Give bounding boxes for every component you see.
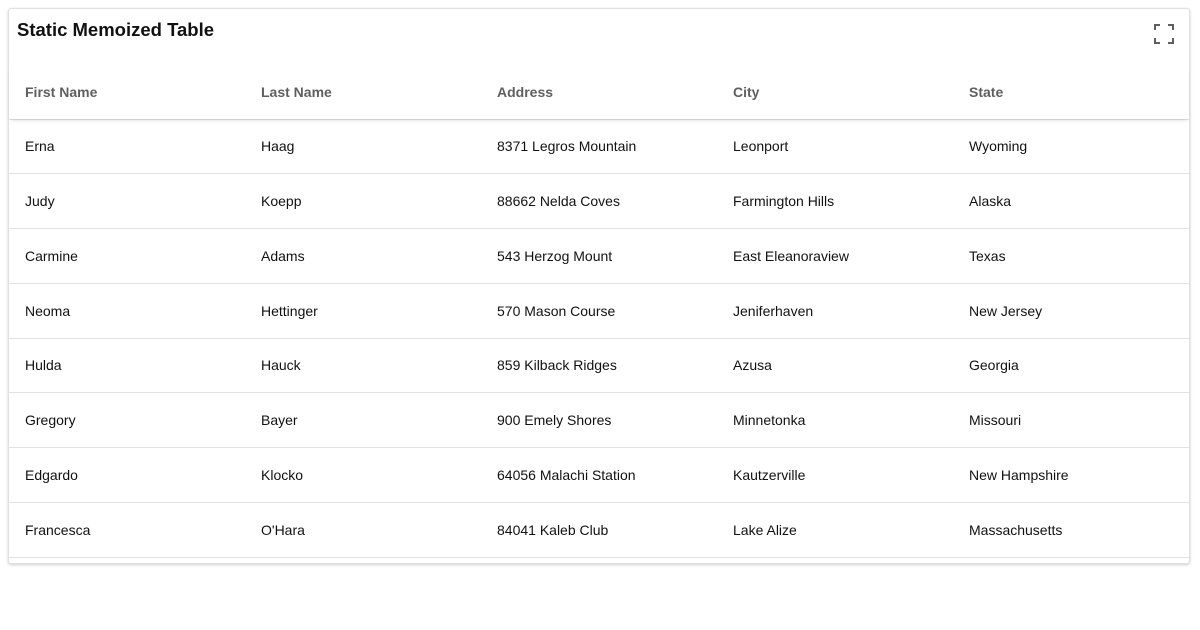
page-title: Static Memoized Table — [17, 19, 215, 40]
column-header-last-name[interactable]: Last Name — [245, 65, 481, 120]
table-cell-first-name: Edgardo — [9, 447, 245, 503]
table-body: Erna Haag 8371 Legros Mountain Leonport Wyom… — [9, 119, 1189, 558]
table-cell-state: Alaska — [953, 173, 1189, 229]
table-cell-last-name: Bayer — [245, 392, 481, 448]
table-container: First Name Last Name Address City State Erna… — [9, 65, 1189, 558]
table-cell-city: Minnetonka — [717, 392, 953, 448]
table-cell-address: 84041 Kaleb Club — [481, 502, 717, 558]
table-cell-city: Azusa — [717, 338, 953, 394]
table-header: First Name Last Name Address City State — [9, 65, 1189, 120]
table-cell-first-name: Judy — [9, 173, 245, 229]
fullscreen-button[interactable] — [1151, 21, 1177, 47]
table-row[interactable]: Carmine Adams 543 Herzog Mount East Eleanor… — [9, 228, 1189, 284]
table-cell-city: Lake Alize — [717, 502, 953, 558]
table-row[interactable]: Erna Haag 8371 Legros Mountain Leonport Wyom… — [9, 119, 1189, 175]
table-cell-city: Kautzerville — [717, 447, 953, 503]
table-cell-address: 88662 Nelda Coves — [481, 173, 717, 229]
table-cell-address: 900 Emely Shores — [481, 392, 717, 448]
table-cell-state: Massachusetts — [953, 502, 1189, 558]
table-cell-city: East Eleanoraview — [717, 228, 953, 284]
table-cell-address: 543 Herzog Mount — [481, 228, 717, 284]
table-row[interactable]: Hulda Hauck 859 Kilback Ridges Azusa Georgia — [9, 338, 1189, 394]
table-cell-address: 570 Mason Course — [481, 283, 717, 339]
column-header-address[interactable]: Address — [481, 65, 717, 120]
table-cell-last-name: Haag — [245, 119, 481, 175]
table-cell-last-name: Koepp — [245, 173, 481, 229]
table-row[interactable]: Judy Koepp 88662 Nelda Coves Farmington Hil… — [9, 173, 1189, 229]
table-cell-address: 64056 Malachi Station — [481, 447, 717, 503]
table-cell-state: New Hampshire — [953, 447, 1189, 503]
table-cell-address: 8371 Legros Mountain — [481, 119, 717, 175]
column-header-first-name[interactable]: First Name — [9, 65, 245, 120]
table-cell-address: 859 Kilback Ridges — [481, 338, 717, 394]
table-cell-first-name: Carmine — [9, 228, 245, 284]
table-cell-city: Farmington Hills — [717, 173, 953, 229]
table-cell-last-name: O'Hara — [245, 502, 481, 558]
table-cell-state: Georgia — [953, 338, 1189, 394]
table-card: Static Memoized Table First Name Last Nam… — [8, 8, 1190, 564]
table-row[interactable]: Neoma Hettinger 570 Mason Course Jeniferhav… — [9, 283, 1189, 339]
column-header-state[interactable]: State — [953, 65, 1189, 120]
table-row[interactable]: Gregory Bayer 900 Emely Shores Minnetonka Mi… — [9, 392, 1189, 448]
table-header-row: First Name Last Name Address City State — [9, 65, 1189, 120]
table-cell-first-name: Neoma — [9, 283, 245, 339]
table-cell-state: Texas — [953, 228, 1189, 284]
table-cell-state: New Jersey — [953, 283, 1189, 339]
table-row[interactable]: Edgardo Klocko 64056 Malachi Station Kautze… — [9, 447, 1189, 503]
table-cell-state: Missouri — [953, 392, 1189, 448]
table-cell-city: Leonport — [717, 119, 953, 175]
table-cell-last-name: Hauck — [245, 338, 481, 394]
table-cell-last-name: Klocko — [245, 447, 481, 503]
fullscreen-icon — [1154, 24, 1174, 44]
table-cell-last-name: Hettinger — [245, 283, 481, 339]
table-cell-city: Jeniferhaven — [717, 283, 953, 339]
data-table: First Name Last Name Address City State Erna… — [9, 65, 1189, 558]
column-header-city[interactable]: City — [717, 65, 953, 120]
table-cell-first-name: Hulda — [9, 338, 245, 394]
card-header: Static Memoized Table — [9, 9, 1189, 65]
table-cell-first-name: Gregory — [9, 392, 245, 448]
table-cell-first-name: Francesca — [9, 502, 245, 558]
table-cell-last-name: Adams — [245, 228, 481, 284]
table-row[interactable]: Francesca O'Hara 84041 Kaleb Club Lake Aliz… — [9, 502, 1189, 558]
table-cell-state: Wyoming — [953, 119, 1189, 175]
table-cell-first-name: Erna — [9, 119, 245, 175]
